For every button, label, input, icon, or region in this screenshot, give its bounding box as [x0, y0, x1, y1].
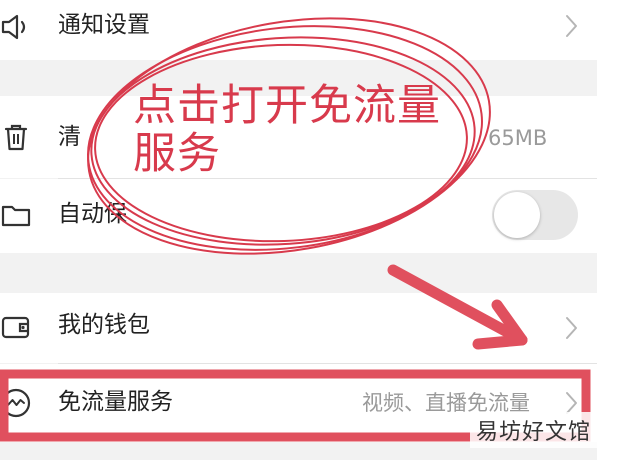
watermark-text: 易坊好文馆	[470, 412, 598, 448]
annotation-text: 点击打开免流量 服务	[133, 82, 473, 178]
wallet-icon	[0, 311, 32, 343]
notification-settings-row[interactable]: 通知设置	[0, 0, 597, 60]
folder-icon	[0, 199, 32, 231]
trash-icon	[0, 121, 32, 153]
auto-save-label: 自动保	[58, 201, 127, 227]
settings-screen: 通知设置 清 65MB 自动保 我的钱包 免流量服务 视频、直播免流量	[0, 0, 597, 460]
auto-save-toggle[interactable]	[492, 190, 578, 240]
wallet-row[interactable]: 我的钱包	[0, 293, 597, 363]
free-data-service-label: 免流量服务	[58, 389, 173, 415]
annotation-line-1: 点击打开免流量	[133, 81, 441, 131]
wave-circle-icon	[0, 387, 32, 419]
cache-size-value: 65MB	[488, 126, 548, 150]
chevron-right-icon	[562, 314, 580, 342]
annotation-line-2: 服务	[133, 129, 221, 179]
speaker-icon	[0, 11, 32, 43]
section-gap	[0, 253, 597, 293]
toggle-knob	[494, 192, 540, 238]
chevron-right-icon	[562, 12, 580, 40]
wallet-label: 我的钱包	[58, 312, 150, 338]
clear-cache-label: 清	[58, 124, 81, 150]
notification-settings-label: 通知设置	[58, 12, 150, 38]
right-margin	[597, 0, 620, 460]
